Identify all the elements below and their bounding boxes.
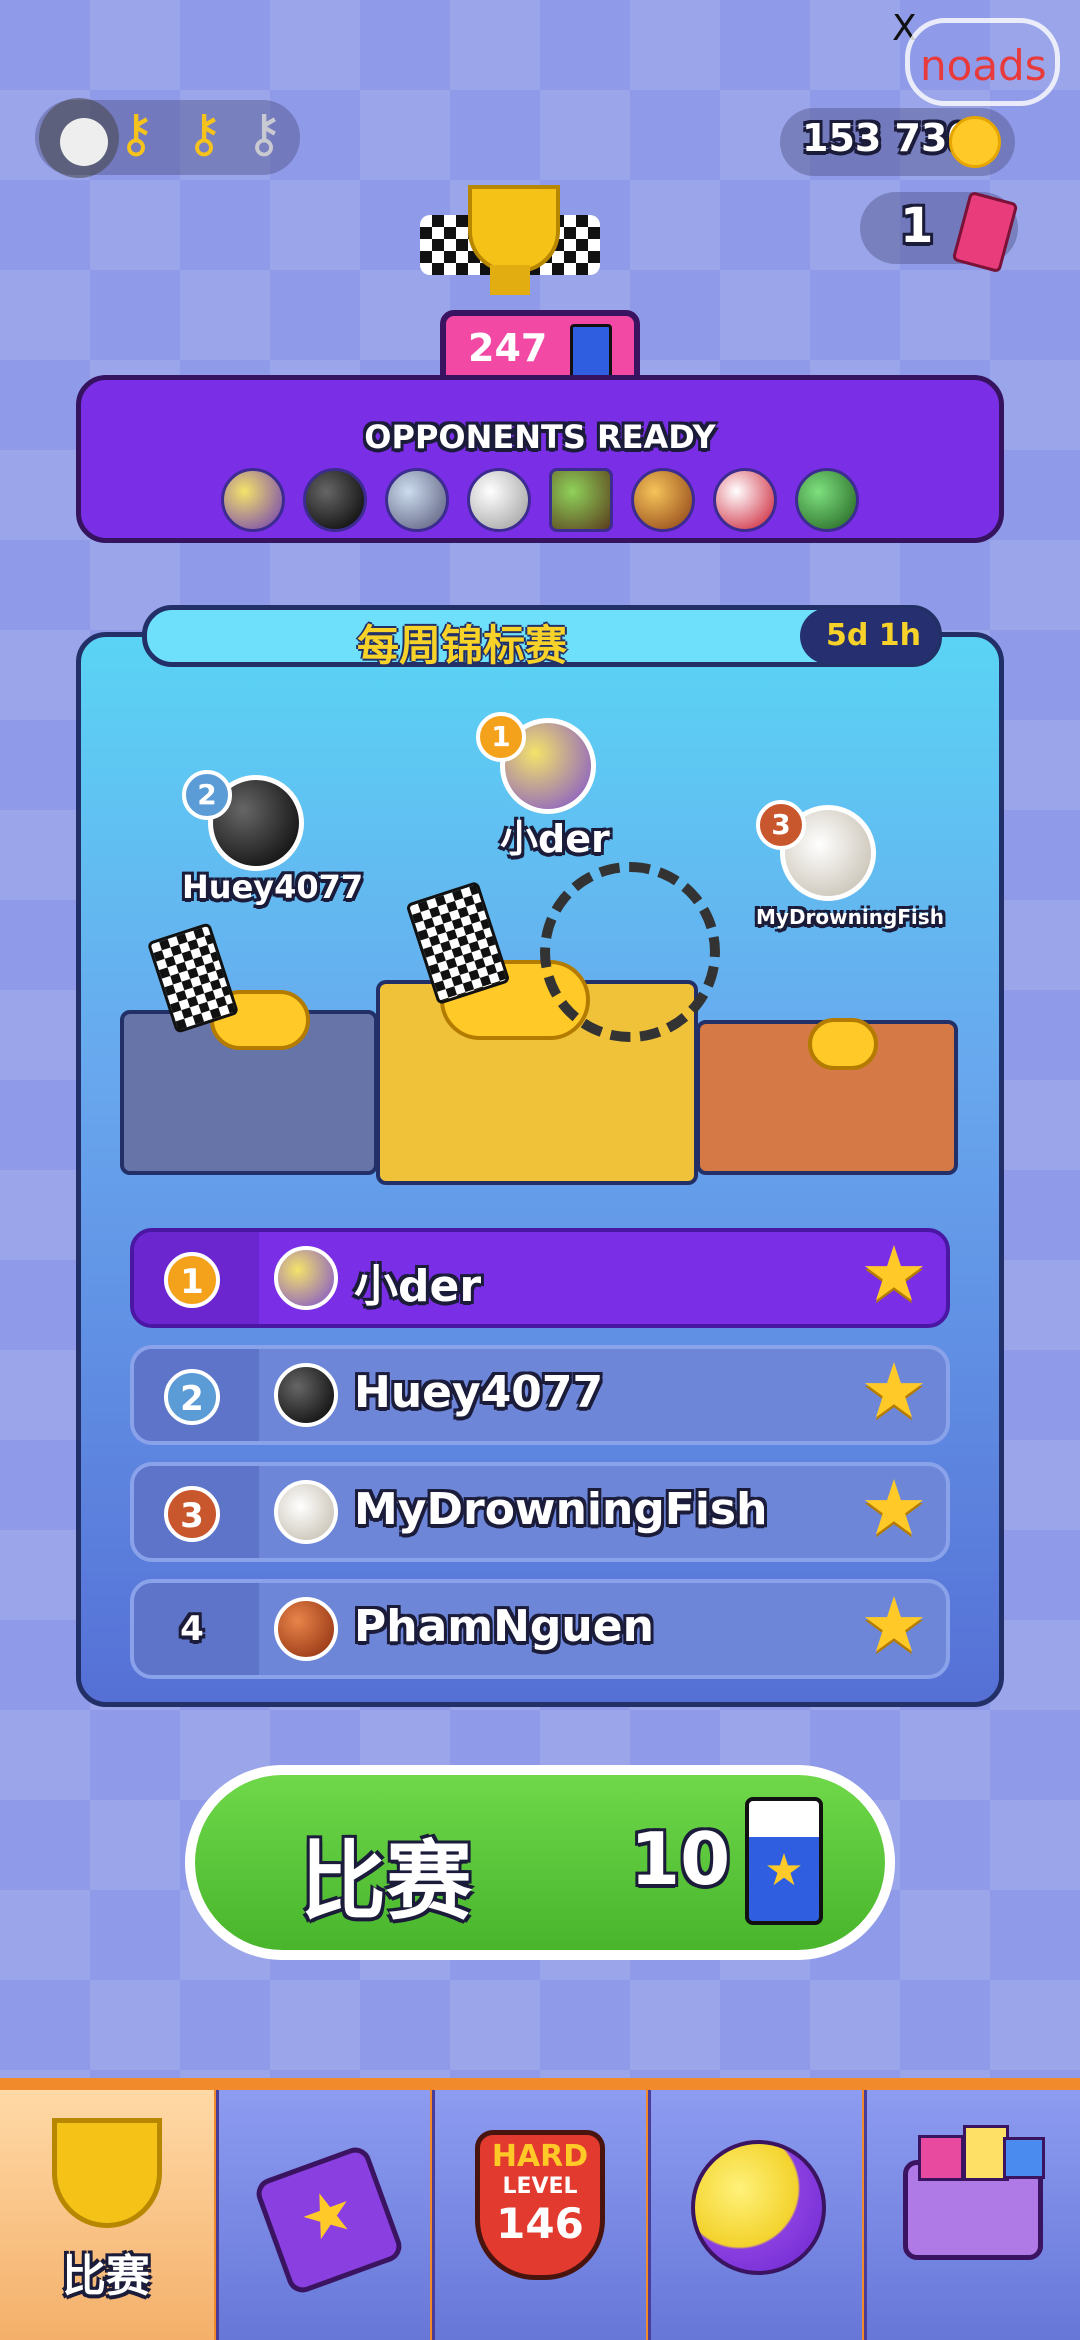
trophy-icon [52,2118,162,2228]
blocks-basket-icon [903,2125,1045,2260]
key-icon-3: ⚷ [245,104,284,164]
level-number: 146 [496,2199,584,2248]
opponent-orb-3 [385,468,449,532]
noads-button[interactable]: noads [905,18,1060,106]
player-avatar [274,1246,338,1310]
podium-rank-badge-1: 1 [476,712,526,762]
opponents-panel: OPPONENTS READY [76,375,1004,543]
rank-number: 4 [180,1609,204,1649]
ball-icon [691,2140,826,2275]
opponent-orb-5 [549,468,613,532]
podium-rank-badge-3: 3 [756,800,806,850]
coins-value: 153 730 [802,116,974,160]
tickets-counter[interactable]: 1 [860,190,1019,274]
leaderboard-row-3[interactable]: 3 MyDrowningFish ★ [130,1462,950,1562]
ticket-icon [951,190,1019,274]
podium-rank-badge-2: 2 [182,770,232,820]
star-icon: ★ [859,1229,928,1318]
coins-counter[interactable]: 153 730 [780,108,1015,176]
opponent-orb-8 [795,468,859,532]
level-badge-icon: HARD LEVEL 146 [475,2130,605,2280]
level-tag: HARD [491,2139,589,2174]
level-word: LEVEL [502,2174,578,2199]
podium-name-1: 小der [500,817,610,861]
card-icon: ★ [252,2143,406,2297]
podium-trophy-ring [540,862,720,1042]
play-cost: 10 [630,1817,731,1901]
opponent-orb-2 [303,468,367,532]
opponent-orb-7 [713,468,777,532]
podium-name-2: Huey4077 [182,868,364,906]
player-avatar [274,1480,338,1544]
tickets-value: 1 [900,198,934,254]
reward-coins-third [808,1018,878,1070]
race-ticket-icon: ★ [745,1797,823,1925]
player-avatar [274,1363,338,1427]
player-name: Huey4077 [354,1367,604,1418]
podium-name-3: MyDrowningFish [756,905,944,929]
coin-icon [949,116,1001,168]
rank-badge: 2 [164,1369,220,1425]
star-icon: ★ [859,1463,928,1552]
key-icon-2: ⚷ [185,104,224,164]
player-name: MyDrowningFish [354,1484,768,1535]
touch-dot [60,118,108,166]
time-left-badge: 5d 1h [800,608,938,664]
play-label: 比赛 [300,1832,472,1932]
tab-level[interactable]: HARD LEVEL 146 [432,2090,646,2340]
tab-race[interactable]: 比赛 [0,2090,214,2340]
rank-badge: 1 [164,1252,220,1308]
tournament-title: 每周锦标赛 [357,621,568,670]
trophy-points: 247 [468,326,548,370]
noads-label: noads [920,41,1047,90]
rank-badge: 3 [164,1486,220,1542]
opponent-orb-4 [467,468,531,532]
opponent-orb-6 [631,468,695,532]
tab-cards[interactable]: ★ [216,2090,430,2340]
trophy-icon [420,175,600,325]
star-icon: ★ [859,1346,928,1435]
play-button[interactable]: 比赛 10 ★ [185,1765,895,1960]
tab-shop[interactable] [864,2090,1080,2340]
keys-indicator[interactable]: ⚷ ⚷ ⚷ [35,98,300,178]
tab-race-label: 比赛 [62,2251,150,2302]
time-left: 5d 1h [826,618,922,653]
player-name: PhamNguen [354,1601,654,1652]
player-avatar [274,1597,338,1661]
tab-ball[interactable] [648,2090,862,2340]
key-icon-1: ⚷ [117,104,156,164]
leaderboard-row-4[interactable]: 4 PhamNguen ★ [130,1579,950,1679]
player-name: 小der [354,1261,482,1312]
leaderboard-row-1[interactable]: 1 小der ★ [130,1228,950,1328]
star-icon: ★ [859,1580,928,1669]
opponent-orb-1 [221,468,285,532]
opponents-title: OPPONENTS READY [364,418,716,456]
leaderboard-row-2[interactable]: 2 Huey4077 ★ [130,1345,950,1445]
